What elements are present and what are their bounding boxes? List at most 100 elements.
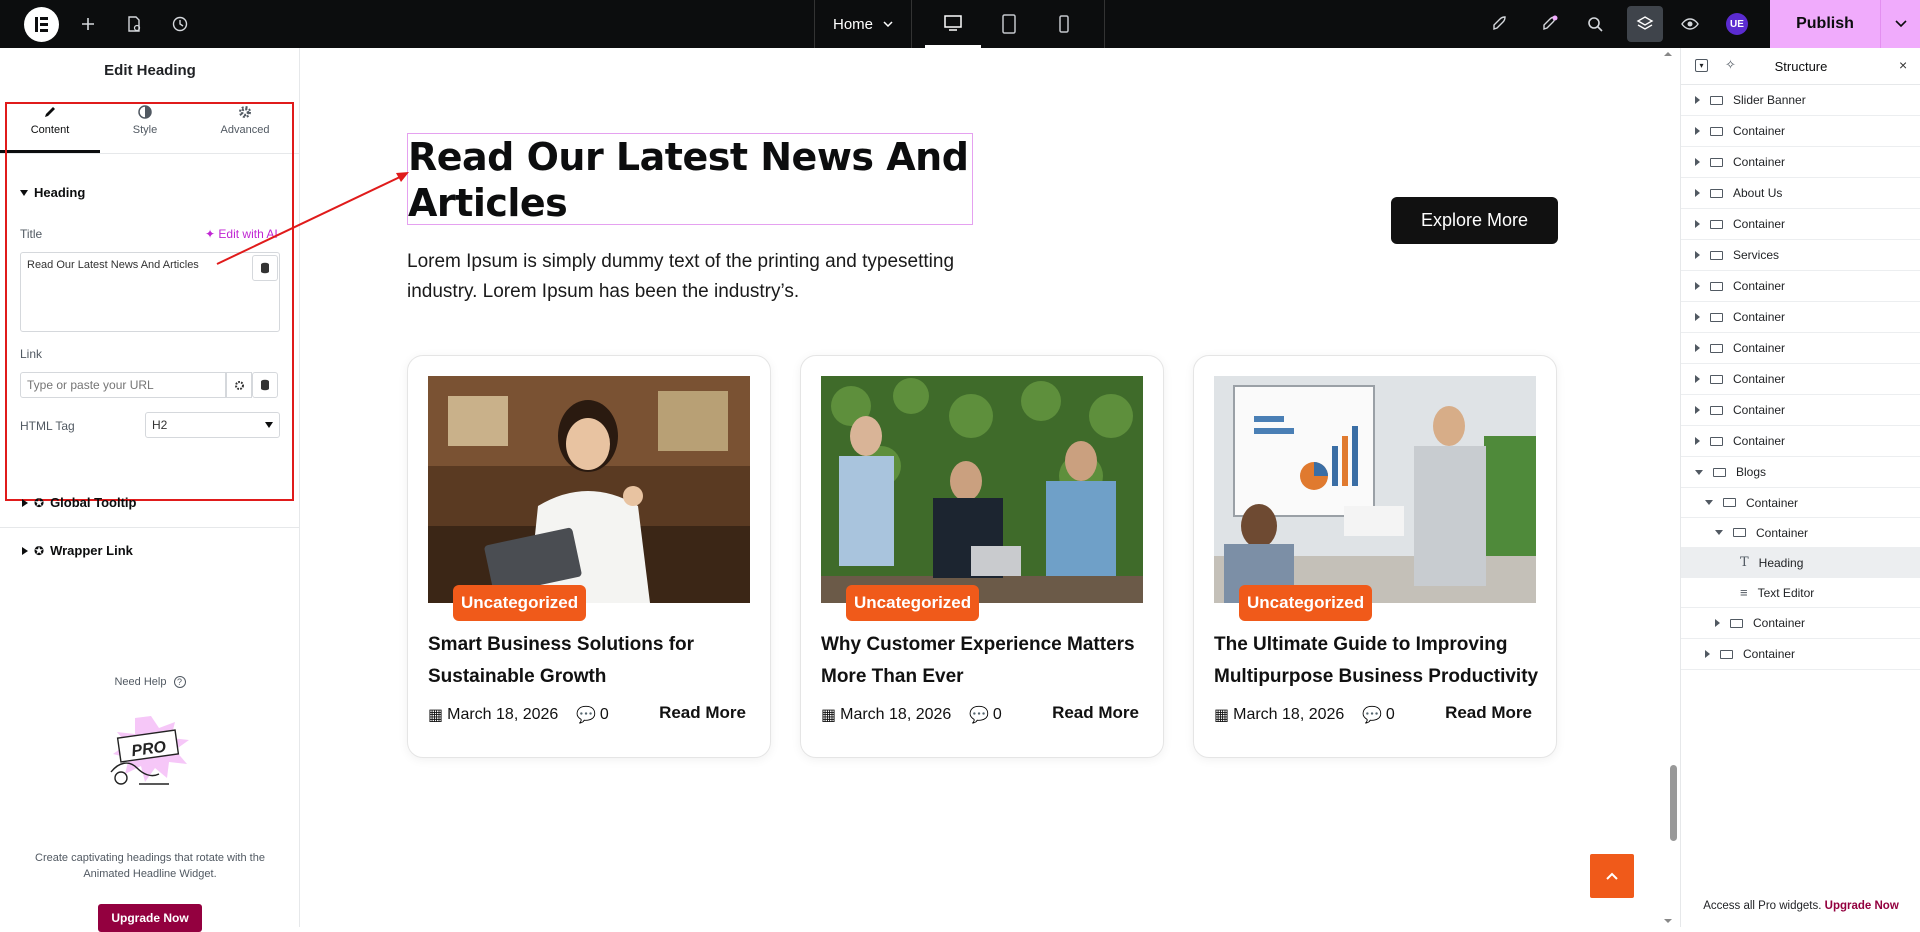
- structure-item-label: Container: [1733, 372, 1786, 386]
- blog-card-image[interactable]: [428, 376, 750, 603]
- preview-eye-icon[interactable]: [1678, 12, 1702, 36]
- blog-card[interactable]: Uncategorized Smart Business Solutions f…: [407, 355, 771, 758]
- structure-item[interactable]: About Us: [1681, 178, 1920, 209]
- caret-right-icon[interactable]: [1695, 220, 1700, 228]
- container-icon: [1710, 126, 1723, 136]
- structure-item[interactable]: Container: [1681, 116, 1920, 147]
- explore-more-button[interactable]: Explore More: [1391, 197, 1558, 244]
- structure-item[interactable]: Container: [1681, 395, 1920, 426]
- caret-right-icon[interactable]: [1695, 251, 1700, 259]
- tablet-view-icon[interactable]: [981, 0, 1037, 48]
- need-help-link[interactable]: Need Help ?: [0, 676, 300, 688]
- blog-card-image[interactable]: [1214, 376, 1536, 603]
- caret-right-icon[interactable]: [1695, 344, 1700, 352]
- structure-item-label: Container: [1753, 616, 1806, 630]
- structure-item-label: Blogs: [1736, 465, 1767, 479]
- caret-down-icon[interactable]: [1705, 500, 1713, 505]
- upgrade-now-button[interactable]: Upgrade Now: [98, 904, 202, 932]
- category-badge[interactable]: Uncategorized: [1239, 585, 1373, 621]
- category-badge[interactable]: Uncategorized: [846, 585, 980, 621]
- global-tooltip-label: Global Tooltip: [50, 495, 137, 510]
- close-icon[interactable]: ×: [1899, 57, 1907, 73]
- help-circle-icon: ?: [173, 676, 186, 688]
- structure-item[interactable]: T Heading: [1681, 548, 1920, 578]
- blog-card-title[interactable]: The Ultimate Guide to Improving Multipur…: [1214, 629, 1544, 693]
- structure-item[interactable]: Container: [1681, 364, 1920, 395]
- read-more-link[interactable]: Read More: [1052, 703, 1139, 723]
- structure-layers-icon[interactable]: [1627, 6, 1663, 42]
- caret-right-icon[interactable]: [1695, 313, 1700, 321]
- structure-item[interactable]: Container: [1681, 271, 1920, 302]
- search-icon[interactable]: [1583, 12, 1607, 36]
- blog-section-heading[interactable]: Read Our Latest News And Articles: [407, 133, 973, 225]
- caret-right-icon[interactable]: [1695, 375, 1700, 383]
- container-icon: [1710, 157, 1723, 167]
- blog-card-comments[interactable]: 💬 0: [576, 705, 609, 725]
- caret-right-icon[interactable]: [1695, 189, 1700, 197]
- blog-card[interactable]: Uncategorized The Ultimate Guide to Impr…: [1193, 355, 1557, 758]
- calendar-icon: ▦: [821, 707, 837, 724]
- pro-feature-icon: ✪: [34, 543, 45, 558]
- structure-item[interactable]: Container: [1681, 147, 1920, 178]
- caret-right-icon[interactable]: [1695, 127, 1700, 135]
- structure-item[interactable]: ≡ Text Editor: [1681, 578, 1920, 608]
- blog-card-title[interactable]: Why Customer Experience Matters More Tha…: [821, 629, 1151, 693]
- page-selector[interactable]: Home: [814, 0, 912, 48]
- caret-right-icon[interactable]: [1695, 158, 1700, 166]
- structure-item[interactable]: Container: [1681, 639, 1920, 670]
- publish-options-chevron-icon[interactable]: [1880, 0, 1920, 48]
- caret-right-icon[interactable]: [1695, 406, 1700, 414]
- category-badge[interactable]: Uncategorized: [453, 585, 587, 621]
- structure-item[interactable]: Container: [1681, 518, 1920, 548]
- read-more-link[interactable]: Read More: [1445, 703, 1532, 723]
- read-more-link[interactable]: Read More: [659, 703, 746, 723]
- caret-down-icon[interactable]: [1695, 469, 1703, 475]
- container-icon: [1710, 436, 1723, 446]
- structure-item[interactable]: Container: [1681, 209, 1920, 240]
- structure-item-label: Container: [1733, 403, 1786, 417]
- structure-scrollbar[interactable]: [1662, 48, 1674, 927]
- structure-item[interactable]: Blogs: [1681, 457, 1920, 488]
- caret-down-icon[interactable]: [1715, 530, 1723, 535]
- structure-item[interactable]: Services: [1681, 240, 1920, 271]
- global-tooltip-toggle[interactable]: ✪ Global Tooltip: [22, 495, 136, 510]
- pro-feature-icon: ✪: [34, 495, 45, 510]
- scroll-to-top-button[interactable]: [1590, 854, 1634, 898]
- structure-item[interactable]: Container: [1681, 333, 1920, 364]
- blog-card[interactable]: Uncategorized Why Customer Experience Ma…: [800, 355, 1164, 758]
- container-icon: [1710, 374, 1723, 384]
- structure-item[interactable]: Container: [1681, 426, 1920, 457]
- container-icon: [1713, 467, 1726, 477]
- blog-card-image[interactable]: [821, 376, 1143, 603]
- publish-button[interactable]: Publish: [1770, 0, 1880, 48]
- caret-right-icon[interactable]: [1715, 619, 1720, 627]
- structure-item[interactable]: Container: [1681, 608, 1920, 639]
- wrapper-link-toggle[interactable]: ✪ Wrapper Link: [22, 543, 133, 558]
- elementor-logo-icon[interactable]: [24, 7, 59, 42]
- structure-item[interactable]: Slider Banner: [1681, 85, 1920, 116]
- blog-section-description[interactable]: Lorem Ipsum is simply dummy text of the …: [407, 247, 967, 307]
- caret-right-icon[interactable]: [1705, 650, 1710, 658]
- user-avatar[interactable]: UE: [1726, 13, 1748, 35]
- blog-card-comments[interactable]: 💬 0: [969, 705, 1002, 725]
- page-settings-icon[interactable]: [122, 12, 146, 36]
- edit-panel: Edit Heading Content Style Advanced Head…: [0, 48, 300, 932]
- history-icon[interactable]: [168, 12, 192, 36]
- rocket-icon[interactable]: [1487, 12, 1511, 36]
- add-element-icon[interactable]: [76, 12, 100, 36]
- caret-right-icon[interactable]: [1695, 437, 1700, 445]
- structure-item[interactable]: Container: [1681, 488, 1920, 518]
- blog-card-title[interactable]: Smart Business Solutions for Sustainable…: [428, 629, 758, 693]
- caret-right-icon[interactable]: [1695, 96, 1700, 104]
- date-text: March 18, 2026: [447, 706, 559, 723]
- structure-item-label: About Us: [1733, 186, 1783, 200]
- structure-item[interactable]: Container: [1681, 302, 1920, 333]
- desktop-view-icon[interactable]: [925, 0, 981, 48]
- structure-item-label: Container: [1733, 279, 1786, 293]
- notifications-icon[interactable]: [1537, 12, 1561, 36]
- caret-right-icon[interactable]: [1695, 282, 1700, 290]
- mobile-view-icon[interactable]: [1036, 0, 1092, 48]
- footer-upgrade-link[interactable]: Upgrade Now: [1825, 900, 1899, 912]
- comments-count: 0: [599, 706, 609, 723]
- blog-card-comments[interactable]: 💬 0: [1362, 705, 1395, 725]
